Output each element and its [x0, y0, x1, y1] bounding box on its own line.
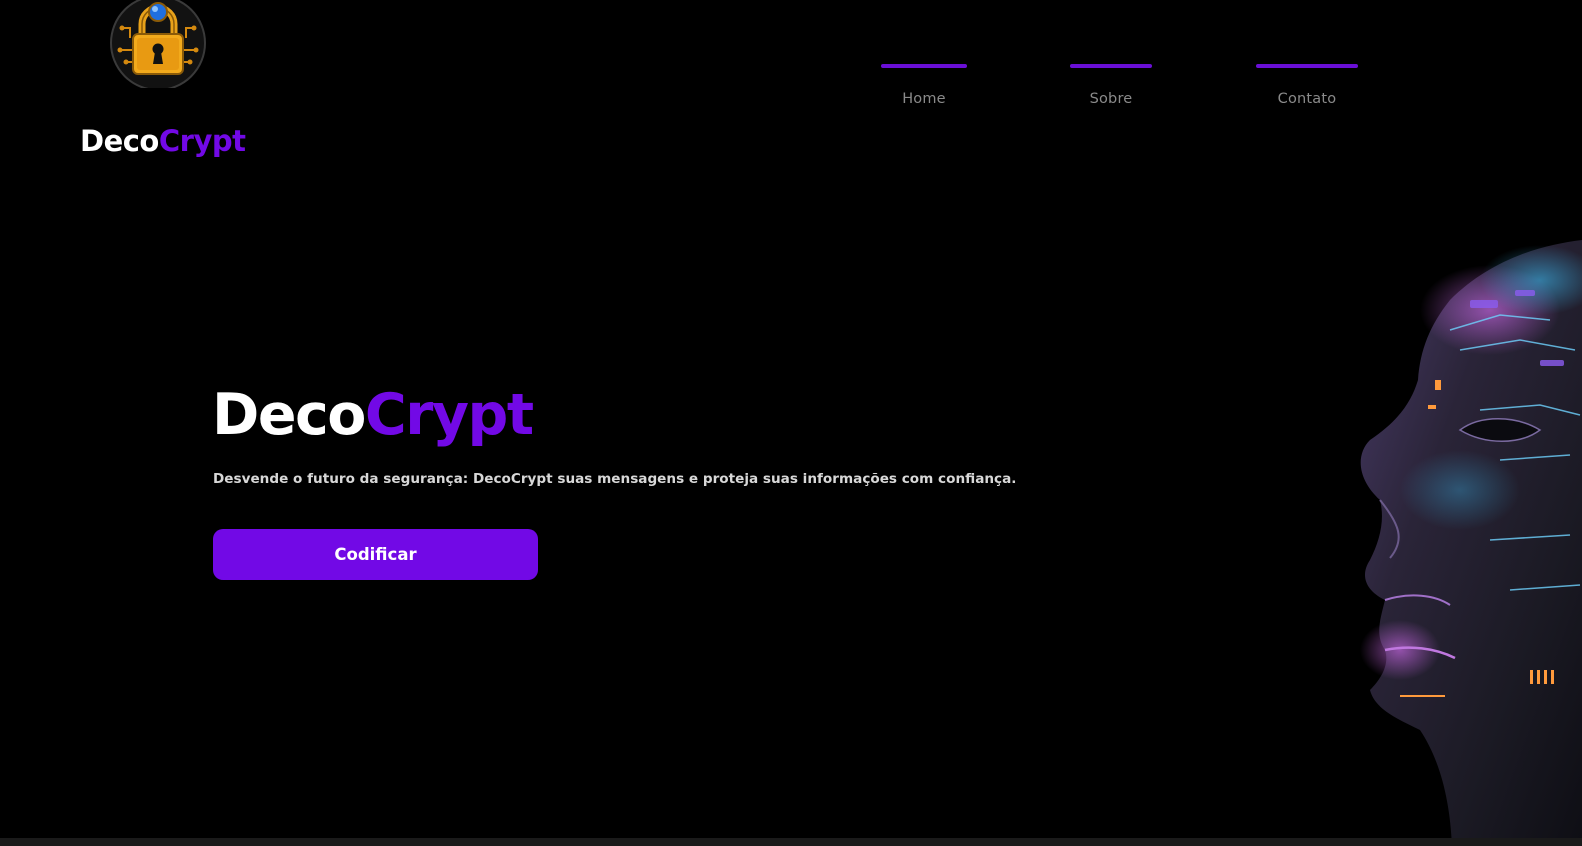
hero-title-crypt: Crypt — [364, 382, 534, 448]
logo-text: DecoCrypt — [80, 124, 246, 158]
logo-text-deco: Deco — [80, 124, 159, 158]
nav-underline — [1070, 64, 1152, 68]
logo-text-crypt: Crypt — [158, 124, 246, 158]
page: DecoCrypt Home Sobre Contato DecoCrypt D… — [0, 0, 1582, 846]
cyborg-face-image — [1360, 240, 1582, 846]
main-nav: Home Sobre Contato — [0, 0, 1582, 120]
nav-label-sobre: Sobre — [1089, 91, 1133, 107]
nav-label-contato: Contato — [1277, 91, 1337, 107]
nav-item-home[interactable]: Home — [881, 64, 967, 107]
nav-underline — [881, 64, 967, 68]
nav-label-home: Home — [902, 91, 946, 107]
nav-underline — [1256, 64, 1358, 68]
hero-subtitle: Desvende o futuro da segurança: DecoCryp… — [213, 471, 1017, 487]
nav-item-sobre[interactable]: Sobre — [1070, 64, 1152, 107]
codificar-button[interactable]: Codificar — [213, 529, 538, 580]
hero-title-deco: Deco — [212, 382, 366, 448]
hero-title: DecoCrypt — [212, 380, 534, 450]
page-bottom-edge — [0, 838, 1582, 846]
nav-item-contato[interactable]: Contato — [1256, 64, 1358, 107]
